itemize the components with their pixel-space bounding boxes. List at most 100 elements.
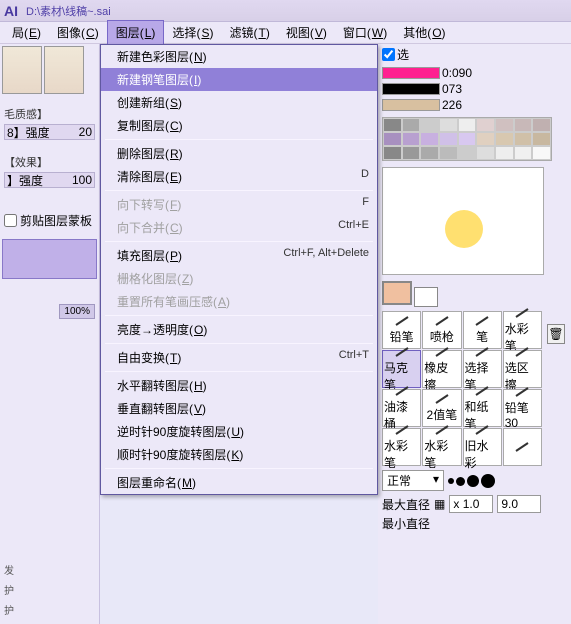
menu-item-3[interactable]: 复制图层(C) <box>101 114 377 137</box>
size-val-field[interactable]: 9.0 <box>497 495 541 513</box>
trash-icon[interactable]: 🗑 <box>547 324 565 344</box>
palette-cell-4[interactable] <box>458 118 477 132</box>
menu-separator <box>105 343 373 344</box>
mode-btn-3[interactable]: 护 <box>2 600 16 619</box>
selection-checkbox[interactable]: 选 <box>382 46 409 63</box>
texture-strength-slider[interactable]: 8】强度20 <box>4 124 95 140</box>
color-swatch-1[interactable] <box>382 67 440 79</box>
palette-cell-0[interactable] <box>383 118 402 132</box>
foreground-color[interactable] <box>382 281 412 305</box>
tool-油漆桶[interactable]: 油漆桶 <box>382 389 421 427</box>
tool-2值笔[interactable]: 2值笔 <box>422 389 461 427</box>
menu-item-20[interactable]: 垂直翻转图层(V) <box>101 397 377 420</box>
选区擦-icon <box>514 346 530 358</box>
menu-other[interactable]: 其他(O) <box>395 21 453 44</box>
palette-cell-26[interactable] <box>532 146 551 160</box>
tool-水彩笔[interactable]: 水彩笔 <box>503 311 542 349</box>
tool-label: 旧水彩 <box>465 437 500 471</box>
palette-cell-14[interactable] <box>476 132 495 146</box>
menu-item-15[interactable]: 亮度→透明度(O) <box>101 318 377 341</box>
effect-strength-slider[interactable]: 】强度100 <box>4 172 95 188</box>
palette-cell-12[interactable] <box>439 132 458 146</box>
menu-item-22[interactable]: 顺时针90度旋转图层(K) <box>101 443 377 466</box>
color-swatch-2[interactable] <box>382 83 440 95</box>
blend-mode-select[interactable]: 正常▾ <box>382 470 444 491</box>
left-panel: 毛质感】 8】强度20 【效果】 】强度100 100% 剪贴图层蒙板 发 护 … <box>0 44 100 624</box>
palette-cell-22[interactable] <box>458 146 477 160</box>
opacity-readout[interactable]: 100% <box>59 304 95 319</box>
color-swatch-3[interactable] <box>382 99 440 111</box>
palette-cell-8[interactable] <box>532 118 551 132</box>
menu-select[interactable]: 选择(S) <box>164 21 221 44</box>
tool-铅笔[interactable]: 铅笔 <box>382 311 421 349</box>
menu-filter[interactable]: 滤镜(T) <box>221 21 277 44</box>
menu-view[interactable]: 视图(V) <box>278 21 335 44</box>
nav-thumb-2[interactable] <box>44 46 84 94</box>
palette-cell-1[interactable] <box>402 118 421 132</box>
tool-橡皮擦[interactable]: 橡皮擦 <box>422 350 461 388</box>
brush-dot-3[interactable] <box>467 475 479 487</box>
menu-item-2[interactable]: 创建新组(S) <box>101 91 377 114</box>
size-grid-icon[interactable]: ▦ <box>434 497 445 511</box>
palette-cell-7[interactable] <box>514 118 533 132</box>
tool-选择笔[interactable]: 选择笔 <box>463 350 502 388</box>
palette-cell-9[interactable] <box>383 132 402 146</box>
menu-item-19[interactable]: 水平翻转图层(H) <box>101 374 377 397</box>
tool-铅笔30[interactable]: 铅笔30 <box>503 389 542 427</box>
background-color[interactable] <box>414 287 438 307</box>
brush-size-presets[interactable] <box>448 474 495 488</box>
menu-layer[interactable]: 图层(L) <box>107 20 165 45</box>
menu-item-12: 栅格化图层(Z) <box>101 267 377 290</box>
tool-马克笔[interactable]: 马克笔 <box>382 350 421 388</box>
palette-cell-2[interactable] <box>420 118 439 132</box>
menu-image[interactable]: 图像(C) <box>49 21 107 44</box>
tool-水彩笔[interactable]: 水彩笔 <box>382 428 421 466</box>
palette-cell-11[interactable] <box>420 132 439 146</box>
menu-item-11[interactable]: 填充图层(P)Ctrl+F, Alt+Delete <box>101 244 377 267</box>
palette-cell-16[interactable] <box>514 132 533 146</box>
layer-thumbnail-slot[interactable] <box>2 239 97 279</box>
tool-水彩笔[interactable]: 水彩笔 <box>422 428 461 466</box>
tool-喷枪[interactable]: 喷枪 <box>422 311 461 349</box>
clipping-mask-checkbox[interactable]: 剪贴图层蒙板 <box>0 210 99 231</box>
palette-cell-24[interactable] <box>495 146 514 160</box>
menu-item-1[interactable]: 新建钢笔图层(I) <box>101 68 377 91</box>
tool-笔[interactable]: 笔 <box>463 311 502 349</box>
palette-cell-18[interactable] <box>383 146 402 160</box>
size-mult-field[interactable]: x 1.0 <box>449 495 493 513</box>
menu-item-6[interactable]: 清除图层(E)D <box>101 165 377 188</box>
palette-cell-5[interactable] <box>476 118 495 132</box>
palette-cell-25[interactable] <box>514 146 533 160</box>
menu-item-21[interactable]: 逆时针90度旋转图层(U) <box>101 420 377 443</box>
brush-preview-blob <box>445 210 483 248</box>
2值笔-icon <box>434 393 450 405</box>
nav-thumb-1[interactable] <box>2 46 42 94</box>
palette-cell-10[interactable] <box>402 132 421 146</box>
palette-cell-20[interactable] <box>420 146 439 160</box>
menu-edit[interactable]: 局(E) <box>4 21 49 44</box>
mode-btn-1[interactable]: 发 <box>2 560 16 579</box>
palette-cell-6[interactable] <box>495 118 514 132</box>
水彩笔-icon <box>394 424 410 436</box>
palette-cell-19[interactable] <box>402 146 421 160</box>
brush-dot-1[interactable] <box>448 478 454 484</box>
palette-cell-23[interactable] <box>476 146 495 160</box>
palette-cell-17[interactable] <box>532 132 551 146</box>
menu-item-5[interactable]: 删除图层(R) <box>101 142 377 165</box>
tool-选区擦[interactable]: 选区擦 <box>503 350 542 388</box>
brush-dot-2[interactable] <box>456 477 465 486</box>
palette-cell-13[interactable] <box>458 132 477 146</box>
mode-btn-2[interactable]: 护 <box>2 580 16 599</box>
menu-window[interactable]: 窗口(W) <box>335 21 395 44</box>
selection-checkbox-input[interactable] <box>382 48 395 61</box>
brush-dot-4[interactable] <box>481 474 495 488</box>
palette-cell-21[interactable] <box>439 146 458 160</box>
menu-item-24[interactable]: 图层重命名(M) <box>101 471 377 494</box>
palette-cell-3[interactable] <box>439 118 458 132</box>
tool-和纸笔[interactable]: 和纸笔 <box>463 389 502 427</box>
palette-cell-15[interactable] <box>495 132 514 146</box>
clipping-mask-input[interactable] <box>4 214 17 227</box>
menu-item-0[interactable]: 新建色彩图层(N) <box>101 45 377 68</box>
tool-旧水彩[interactable]: 旧水彩 <box>463 428 502 466</box>
menu-item-17[interactable]: 自由变换(T)Ctrl+T <box>101 346 377 369</box>
